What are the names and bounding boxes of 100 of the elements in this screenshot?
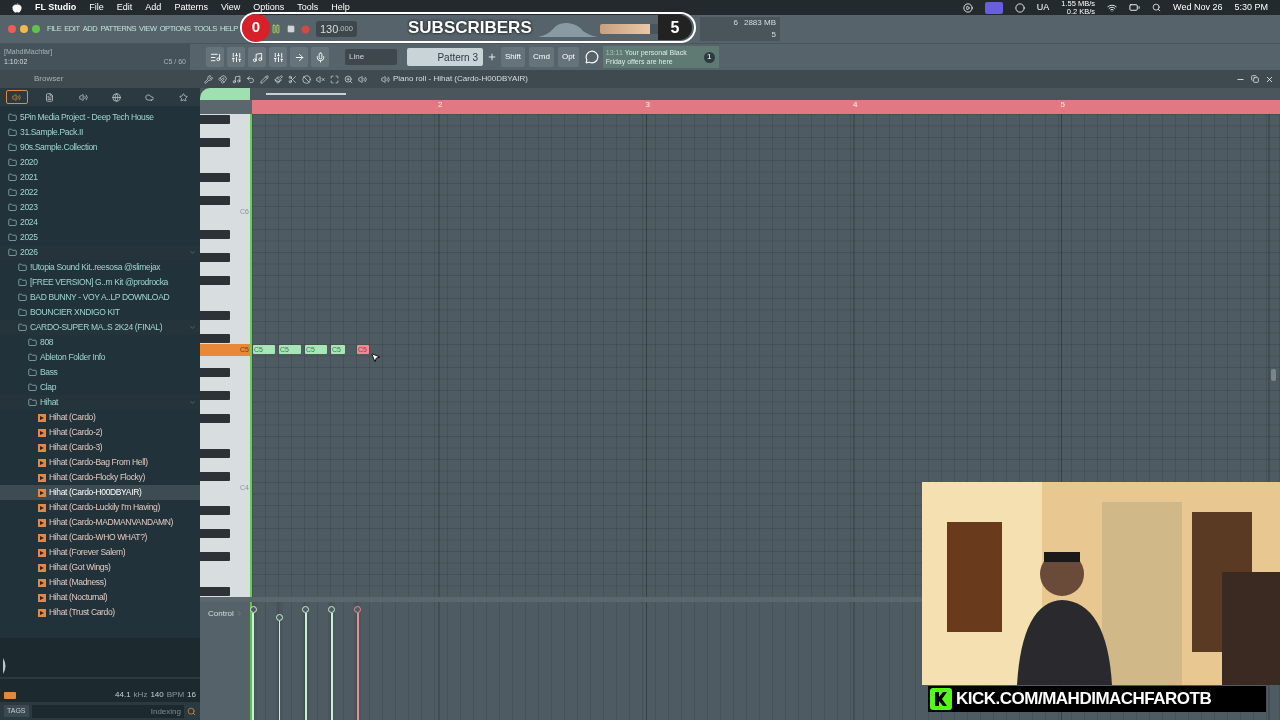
- wifi-icon[interactable]: [1107, 2, 1118, 13]
- sample-item[interactable]: Hihat (Cardo-Flocky Flocky): [0, 470, 200, 485]
- snap-dropdown[interactable]: Line: [345, 49, 397, 65]
- sample-item[interactable]: Hihat (Nocturnal): [0, 590, 200, 605]
- sample-item[interactable]: Hihat (Cardo-3): [0, 440, 200, 455]
- magnet-icon[interactable]: [218, 74, 227, 84]
- sharp-key[interactable]: [200, 172, 230, 182]
- zoom-window-button[interactable]: [32, 25, 40, 33]
- sharp-key[interactable]: [200, 310, 230, 320]
- sharp-key[interactable]: [200, 414, 230, 424]
- menu-item[interactable]: Edit: [116, 0, 133, 15]
- app-name[interactable]: FL Studio: [35, 0, 77, 15]
- folder-item[interactable]: 31.Sample.Pack.II: [0, 125, 200, 140]
- sample-item[interactable]: Hihat (Cardo-H00DBYAIR): [0, 485, 200, 500]
- menu-date[interactable]: Wed Nov 26: [1173, 0, 1223, 15]
- undo-icon[interactable]: [246, 74, 255, 84]
- screen-share-icon[interactable]: [984, 1, 1003, 14]
- status-icon[interactable]: [962, 2, 973, 13]
- menu-time[interactable]: 5:30 PM: [1234, 0, 1268, 15]
- menu-item[interactable]: File: [89, 0, 104, 15]
- battery-icon[interactable]: [1129, 2, 1141, 13]
- folder-item[interactable]: [FREE VERSION] G..m Kit @prodrocka: [0, 275, 200, 290]
- minimize-window-button[interactable]: [20, 25, 28, 33]
- folder-item[interactable]: 2020: [0, 155, 200, 170]
- note-icon[interactable]: [232, 74, 241, 84]
- sample-item[interactable]: Hihat (Cardo-Bag From Hell): [0, 455, 200, 470]
- status-label[interactable]: UA: [1036, 0, 1050, 15]
- folder-item[interactable]: BAD BUNNY - VOY A..LP DOWNLOAD: [0, 290, 200, 305]
- menu-item[interactable]: Patterns: [174, 0, 208, 15]
- speaker-icon[interactable]: [358, 74, 367, 84]
- modifier-button[interactable]: Cmd: [529, 47, 554, 67]
- browser-tab[interactable]: [5, 90, 28, 104]
- ban-icon[interactable]: [302, 74, 311, 84]
- folder-item[interactable]: Bass: [0, 365, 200, 380]
- apple-icon[interactable]: [12, 2, 22, 13]
- sharp-key[interactable]: [200, 471, 230, 481]
- pause-icon[interactable]: [270, 24, 281, 34]
- sample-item[interactable]: Hihat (Cardo-Luckily I'm Having): [0, 500, 200, 515]
- piano-roll-icon[interactable]: [248, 47, 266, 67]
- zoom-icon[interactable]: [344, 74, 353, 84]
- folder-item[interactable]: 2023: [0, 200, 200, 215]
- mic-icon[interactable]: [311, 47, 329, 67]
- sharp-key[interactable]: [200, 115, 230, 125]
- sharp-key[interactable]: [200, 333, 230, 343]
- folder-item[interactable]: 2025: [0, 230, 200, 245]
- sharp-key[interactable]: [200, 552, 230, 562]
- sample-item[interactable]: Hihat (Forever Salem): [0, 545, 200, 560]
- restore-icon[interactable]: [1251, 74, 1259, 83]
- folder-item[interactable]: 2024: [0, 215, 200, 230]
- news-icon[interactable]: [584, 50, 599, 64]
- folder-item[interactable]: 808: [0, 335, 200, 350]
- sharp-key[interactable]: [200, 253, 230, 263]
- search-icon[interactable]: [1152, 3, 1162, 12]
- modifier-button[interactable]: Opt: [557, 47, 579, 67]
- modifier-button[interactable]: Shift: [501, 47, 525, 67]
- sample-item[interactable]: Hihat (Cardo-MADMANVANDAMN): [0, 515, 200, 530]
- scroll-thumb[interactable]: [1271, 369, 1276, 381]
- sample-item[interactable]: Hihat (Cardo): [0, 410, 200, 425]
- stop-icon[interactable]: [286, 25, 295, 33]
- sharp-key[interactable]: [200, 391, 230, 401]
- menu-item[interactable]: Options: [253, 0, 285, 15]
- menu-item[interactable]: Tools: [297, 0, 319, 15]
- event-lane-label[interactable]: Control: [208, 608, 234, 620]
- sharp-key[interactable]: [200, 368, 230, 378]
- close-icon[interactable]: [1265, 74, 1274, 84]
- scissors-icon[interactable]: [288, 74, 297, 84]
- pattern-selector[interactable]: Pattern 3: [407, 48, 483, 66]
- select-icon[interactable]: [330, 74, 339, 84]
- menu-item[interactable]: Add: [145, 0, 162, 15]
- overview-handle[interactable]: [200, 88, 250, 100]
- folder-item[interactable]: Clap: [0, 380, 200, 395]
- sample-item[interactable]: Hihat (Cardo-WHO WHAT?): [0, 530, 200, 545]
- sharp-key[interactable]: [200, 230, 230, 240]
- browser-search-field[interactable]: Indexing: [31, 704, 184, 718]
- play-preview-button[interactable]: [4, 691, 16, 699]
- sharp-key[interactable]: [200, 586, 230, 596]
- add-pattern-icon[interactable]: [487, 52, 497, 62]
- sample-item[interactable]: Hihat (Got Wings): [0, 560, 200, 575]
- brush-icon[interactable]: [274, 74, 283, 84]
- sharp-key[interactable]: [200, 195, 230, 205]
- sample-item[interactable]: Hihat (Madness): [0, 575, 200, 590]
- folder-item[interactable]: 90s.Sample.Collection: [0, 140, 200, 155]
- folder-item[interactable]: 2022: [0, 185, 200, 200]
- menu-item[interactable]: Help: [331, 0, 350, 15]
- wrench-icon[interactable]: [204, 74, 213, 84]
- folder-item[interactable]: 2021: [0, 170, 200, 185]
- menu-item[interactable]: View: [220, 0, 241, 15]
- folder-item[interactable]: BOUNCIER XNDIGO KIT: [0, 305, 200, 320]
- sharp-key[interactable]: [200, 138, 230, 148]
- sharp-key[interactable]: [200, 506, 230, 516]
- mixer-icon[interactable]: [269, 47, 287, 67]
- velocity-handle[interactable]: [354, 605, 361, 613]
- pencil-icon[interactable]: [260, 74, 269, 84]
- folder-item[interactable]: 5Pin Media Project - Deep Tech House: [0, 110, 200, 125]
- sharp-key[interactable]: [200, 448, 230, 458]
- mute-icon[interactable]: [316, 74, 325, 84]
- sample-item[interactable]: Hihat (Cardo-2): [0, 425, 200, 440]
- sample-item[interactable]: Hihat (Trust Cardo): [0, 605, 200, 620]
- sharp-key[interactable]: [200, 529, 230, 539]
- status-icon[interactable]: [1014, 2, 1025, 13]
